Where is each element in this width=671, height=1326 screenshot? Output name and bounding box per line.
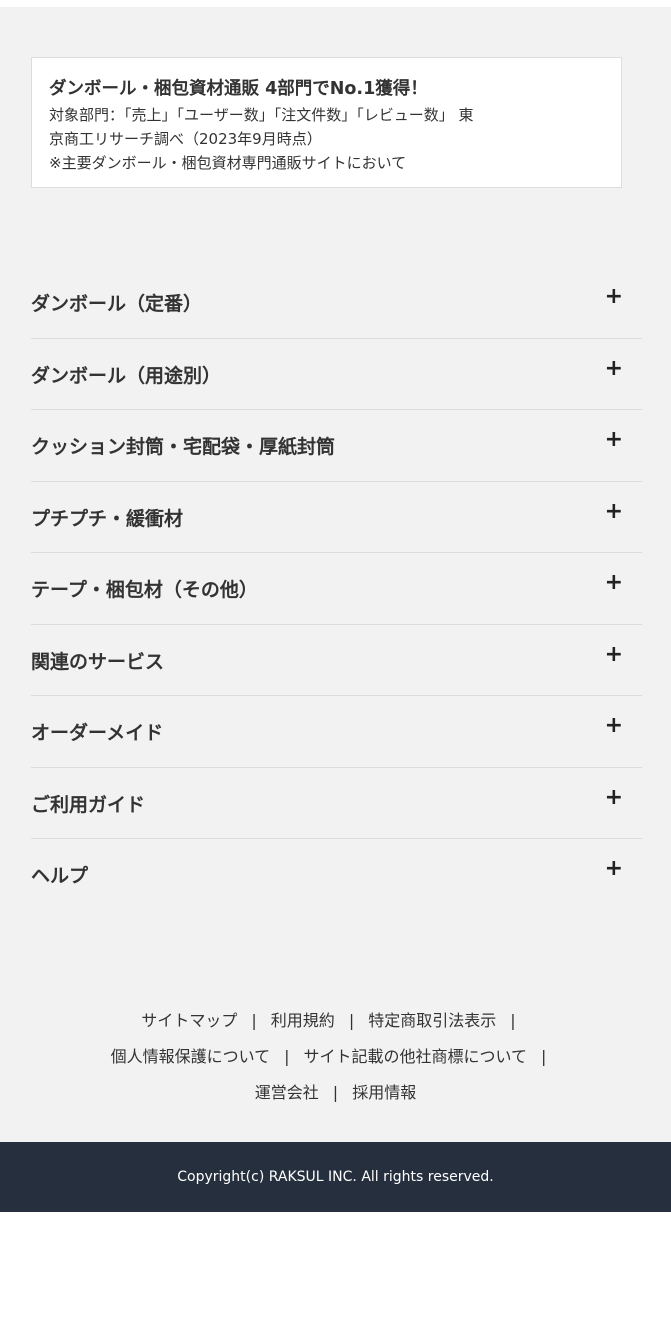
notice-title: ダンボール・梱包資材通販 4部門でNo.1獲得！ <box>49 79 428 99</box>
footer-links-row-1: サイトマップ | 利用規約 | 特定商取引法表示 | <box>0 1003 671 1039</box>
terms-link[interactable]: 利用規約 <box>271 1011 335 1030</box>
footer-links: サイトマップ | 利用規約 | 特定商取引法表示 | 個人情報保護について | サイト記載の他… <box>0 1003 671 1111</box>
privacy-link[interactable]: 個人情報保護について <box>111 1047 271 1066</box>
footer-links-row-3: 運営会社 | 採用情報 <box>0 1075 671 1111</box>
accordion-item-label: プチプチ・緩衝材 <box>31 507 184 530</box>
notice-line-1: 対象部門：「売上」「ユーザー数」「注文件数」「レビュー数」 東 <box>49 106 474 124</box>
plus-icon[interactable]: + <box>605 643 623 666</box>
accordion-item-label: ダンボール（定番） <box>31 293 203 315</box>
plus-icon[interactable]: + <box>605 858 623 880</box>
plus-icon[interactable]: + <box>605 286 623 308</box>
plus-icon[interactable]: + <box>605 357 623 380</box>
link-separator: | <box>510 1011 516 1030</box>
accordion-item-cardboard-by-use[interactable]: ダンボール（用途別） + <box>31 339 642 410</box>
plus-icon[interactable]: + <box>605 572 623 594</box>
footer-links-row-2: 個人情報保護について | サイト記載の他社商標について | <box>0 1039 671 1075</box>
accordion-item-envelopes[interactable]: クッション封筒・宅配袋・厚紙封筒 + <box>31 410 642 482</box>
accordion-item-help[interactable]: ヘルプ + <box>31 839 642 911</box>
company-link[interactable]: 運営会社 <box>255 1083 319 1102</box>
no1-award-notice: ダンボール・梱包資材通販 4部門でNo.1獲得！ 対象部門：「売上」「ユーザー数… <box>31 57 622 188</box>
plus-icon[interactable]: + <box>605 429 623 451</box>
accordion-item-user-guide[interactable]: ご利用ガイド + <box>31 768 642 839</box>
footer-area: ダンボール・梱包資材通販 4部門でNo.1獲得！ 対象部門：「売上」「ユーザー数… <box>0 7 671 1142</box>
notice-line-3: ※主要ダンボール・梱包資材専門通販サイトにおいて <box>49 154 407 172</box>
category-accordion: ダンボール（定番） + ダンボール（用途別） + クッション封筒・宅配袋・厚紙封… <box>31 267 642 911</box>
copyright-text: Copyright(c) RAKSUL INC. All rights rese… <box>177 1169 494 1185</box>
accordion-item-label: オーダーメイド <box>31 722 164 744</box>
accordion-item-label: ご利用ガイド <box>31 793 146 816</box>
accordion-item-label: ダンボール（用途別） <box>31 364 222 387</box>
plus-icon[interactable]: + <box>605 786 623 809</box>
commercial-law-link[interactable]: 特定商取引法表示 <box>368 1011 496 1030</box>
accordion-item-label: 関連のサービス <box>31 650 165 673</box>
recruit-link[interactable]: 採用情報 <box>352 1083 416 1102</box>
link-separator: | <box>541 1047 547 1066</box>
link-separator: | <box>251 1011 257 1030</box>
copyright-bar: Copyright(c) RAKSUL INC. All rights rese… <box>0 1142 671 1212</box>
plus-icon[interactable]: + <box>605 500 623 523</box>
accordion-item-tape-other[interactable]: テープ・梱包材（その他） + <box>31 553 642 625</box>
notice-line-2: 京商工リサーチ調べ（2023年9月時点） <box>49 130 322 148</box>
sitemap-link[interactable]: サイトマップ <box>141 1011 237 1030</box>
accordion-item-related-services[interactable]: 関連のサービス + <box>31 625 642 696</box>
top-strip <box>0 0 671 7</box>
accordion-item-cardboard-standard[interactable]: ダンボール（定番） + <box>31 267 642 339</box>
accordion-item-label: クッション封筒・宅配袋・厚紙封筒 <box>31 436 336 458</box>
notice-body: 対象部門：「売上」「ユーザー数」「注文件数」「レビュー数」 東 京商工リサーチ調… <box>49 103 623 175</box>
accordion-item-bubble-wrap[interactable]: プチプチ・緩衝材 + <box>31 482 642 553</box>
link-separator: | <box>332 1083 339 1102</box>
link-separator: | <box>284 1047 290 1066</box>
accordion-item-custom-order[interactable]: オーダーメイド + <box>31 696 642 768</box>
link-separator: | <box>348 1011 355 1030</box>
accordion-item-label: テープ・梱包材（その他） <box>31 579 258 601</box>
accordion-item-label: ヘルプ <box>31 865 89 887</box>
trademarks-link[interactable]: サイト記載の他社商標について <box>304 1047 528 1066</box>
plus-icon[interactable]: + <box>605 715 623 737</box>
